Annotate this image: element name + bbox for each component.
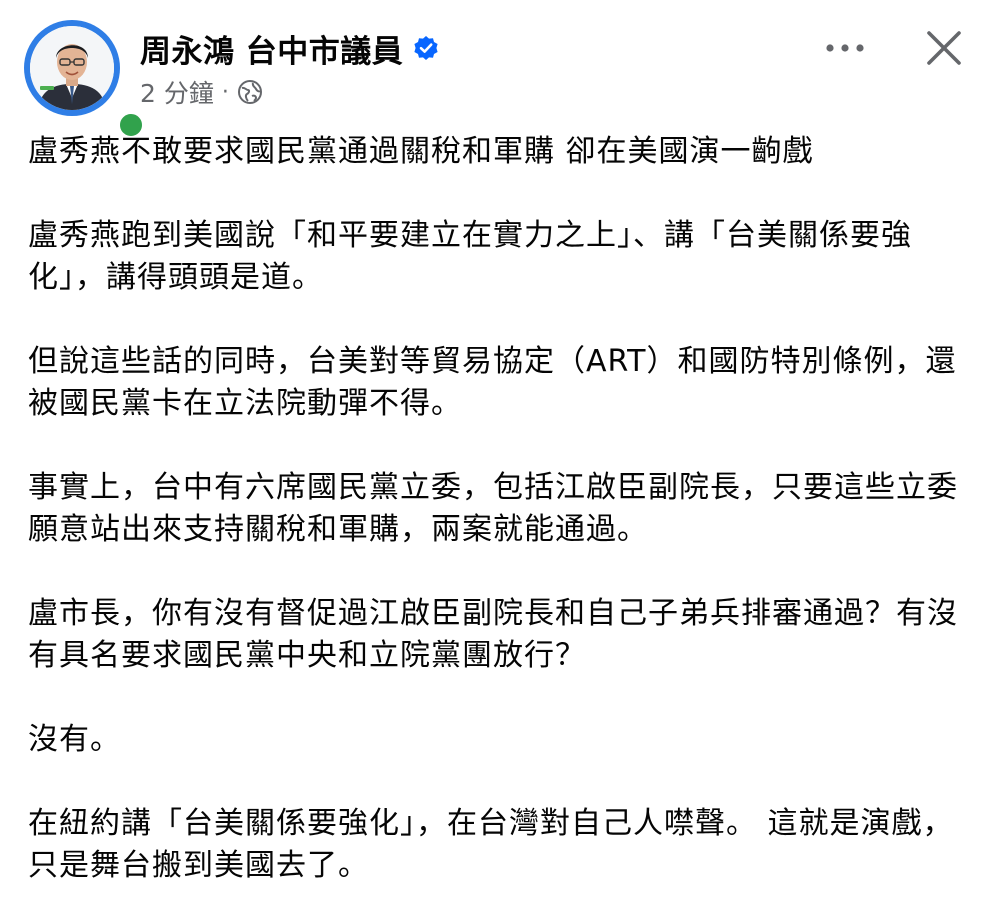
more-options-button[interactable] [820, 28, 870, 68]
author-row: 周永鴻 台中市議員 [140, 26, 439, 70]
post-header: 周永鴻 台中市議員 2 分鐘 · [0, 0, 998, 140]
avatar[interactable] [30, 26, 114, 110]
close-icon [927, 31, 961, 65]
post-paragraph: 在紐約講「台美關係要強化」，在台灣對自己人噤聲。 這就是演戲，只是舞台搬到美國去… [28, 806, 954, 883]
post-meta: 2 分鐘 · [140, 74, 263, 110]
post-paragraph: 盧秀燕不敢要求國民黨通過關稅和軍購 卻在美國演一齣戲 [28, 134, 814, 169]
post-timestamp[interactable]: 2 分鐘 [140, 74, 214, 110]
meta-separator: · [221, 79, 229, 105]
post-paragraph: 沒有。 [28, 722, 121, 757]
close-button[interactable] [920, 24, 968, 72]
author-avatar-container[interactable] [24, 20, 146, 140]
post-paragraph: 但說這些話的同時，台美對等貿易協定（ART）和國防特別條例，還被國民黨卡在立法院… [28, 344, 957, 421]
more-horizontal-icon [826, 44, 864, 52]
verified-badge-icon [413, 35, 439, 61]
post-paragraph: 盧秀燕跑到美國說「和平要建立在實力之上」、講「台美關係要強化」，講得頭頭是道。 [28, 218, 912, 295]
globe-icon[interactable] [237, 79, 263, 105]
author-name[interactable]: 周永鴻 台中市議員 [140, 26, 403, 71]
post-text: 盧秀燕不敢要求國民黨通過關稅和軍購 卻在美國演一齣戲 盧秀燕跑到美國說「和平要建… [28, 131, 973, 887]
post-paragraph: 事實上，台中有六席國民黨立委，包括江啟臣副院長，只要這些立委願意站出來支持關稅和… [28, 470, 958, 547]
post-paragraph: 盧市長，你有沒有督促過江啟臣副院長和自己子弟兵排審通過？有沒有具名要求國民黨中央… [28, 596, 958, 673]
